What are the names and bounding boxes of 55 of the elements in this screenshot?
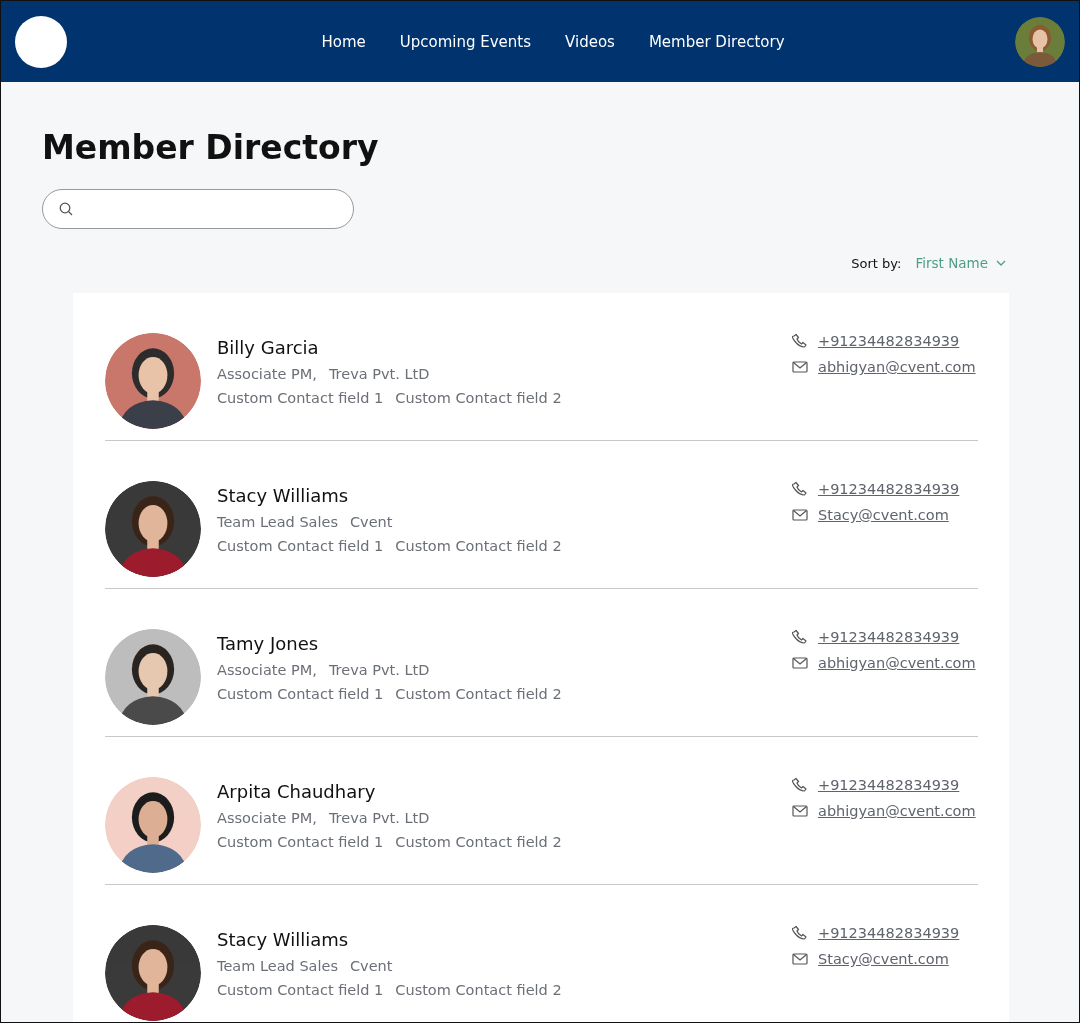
phone-link[interactable]: +91234482834939	[818, 925, 960, 941]
custom-field: Custom Contact field 1	[217, 982, 384, 998]
member-name: Billy Garcia	[217, 337, 320, 358]
company-name: Treva Pvt. LtD	[328, 810, 430, 826]
email-link[interactable]: abhigyan@cvent.com	[818, 359, 976, 375]
phone-icon	[792, 333, 808, 349]
custom-field: Custom Contact field 2	[395, 538, 562, 554]
job-title: Team Lead Sales	[217, 958, 338, 974]
sort-label: Sort by:	[851, 255, 902, 271]
member-name: Stacy Williams	[217, 485, 350, 506]
custom-field: Custom Contact field 2	[395, 686, 562, 702]
phone-icon	[792, 481, 808, 497]
job-title: Associate PM,	[217, 366, 317, 382]
custom-field: Custom Contact field 1	[217, 686, 384, 702]
phone-link[interactable]: +91234482834939	[818, 777, 960, 793]
email-link[interactable]: Stacy@cvent.com	[818, 507, 949, 523]
chevron-down-icon	[996, 260, 1006, 266]
email-link[interactable]: Stacy@cvent.com	[818, 951, 949, 967]
custom-field: Custom Contact field 2	[395, 834, 562, 850]
search-icon	[59, 202, 73, 216]
email-link[interactable]: abhigyan@cvent.com	[818, 655, 976, 671]
nav-link[interactable]: Member Directory	[648, 32, 785, 51]
member-name: Stacy Williams	[217, 929, 350, 950]
search-field[interactable]	[42, 189, 354, 229]
custom-field: Custom Contact field 2	[395, 390, 562, 406]
page-title: Member Directory	[42, 128, 380, 167]
logo[interactable]	[15, 15, 67, 68]
job-title: Associate PM,	[217, 810, 317, 826]
mail-icon	[792, 953, 808, 965]
phone-icon	[792, 777, 808, 793]
company-name: Treva Pvt. LtD	[328, 662, 430, 678]
member-name: Arpita Chaudhary	[217, 781, 377, 802]
phone-icon	[792, 629, 808, 645]
mail-icon	[792, 509, 808, 521]
member-name: Tamy Jones	[217, 633, 320, 654]
job-title: Team Lead Sales	[217, 514, 338, 530]
phone-link[interactable]: +91234482834939	[818, 333, 960, 349]
nav-link[interactable]: Home	[321, 32, 366, 51]
phone-icon	[792, 925, 808, 941]
company-name: Cvent	[350, 514, 393, 530]
custom-field: Custom Contact field 2	[395, 982, 562, 998]
custom-field: Custom Contact field 1	[217, 538, 384, 554]
phone-link[interactable]: +91234482834939	[818, 629, 960, 645]
mail-icon	[792, 657, 808, 669]
company-name: Cvent	[350, 958, 393, 974]
email-link[interactable]: abhigyan@cvent.com	[818, 803, 976, 819]
custom-field: Custom Contact field 1	[217, 390, 384, 406]
phone-link[interactable]: +91234482834939	[818, 481, 960, 497]
nav-link[interactable]: Upcoming Events	[399, 32, 532, 51]
job-title: Associate PM,	[217, 662, 317, 678]
mail-icon	[792, 361, 808, 373]
custom-field: Custom Contact field 1	[217, 834, 384, 850]
mail-icon	[792, 805, 808, 817]
company-name: Treva Pvt. LtD	[328, 366, 430, 382]
nav-link[interactable]: Videos	[565, 32, 615, 51]
